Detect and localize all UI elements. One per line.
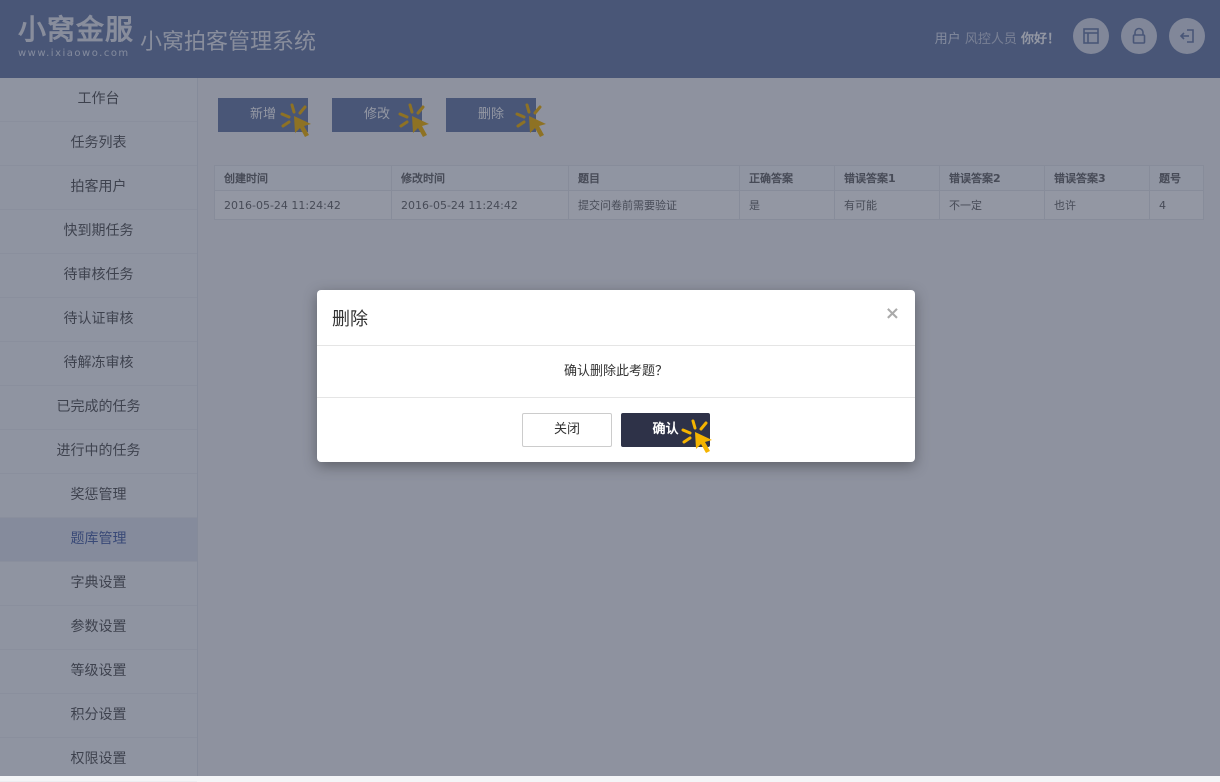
click-cursor-icon [681, 419, 712, 453]
cancel-button[interactable]: 关闭 [522, 413, 612, 447]
close-icon[interactable]: × [885, 303, 900, 324]
dialog-title: 删除 [332, 309, 368, 330]
delete-confirm-dialog: 删除 × 确认删除此考题？ 关闭 确认 [317, 290, 915, 462]
dialog-header: 删除 × [317, 290, 915, 346]
dialog-message: 确认删除此考题？ [317, 346, 915, 398]
